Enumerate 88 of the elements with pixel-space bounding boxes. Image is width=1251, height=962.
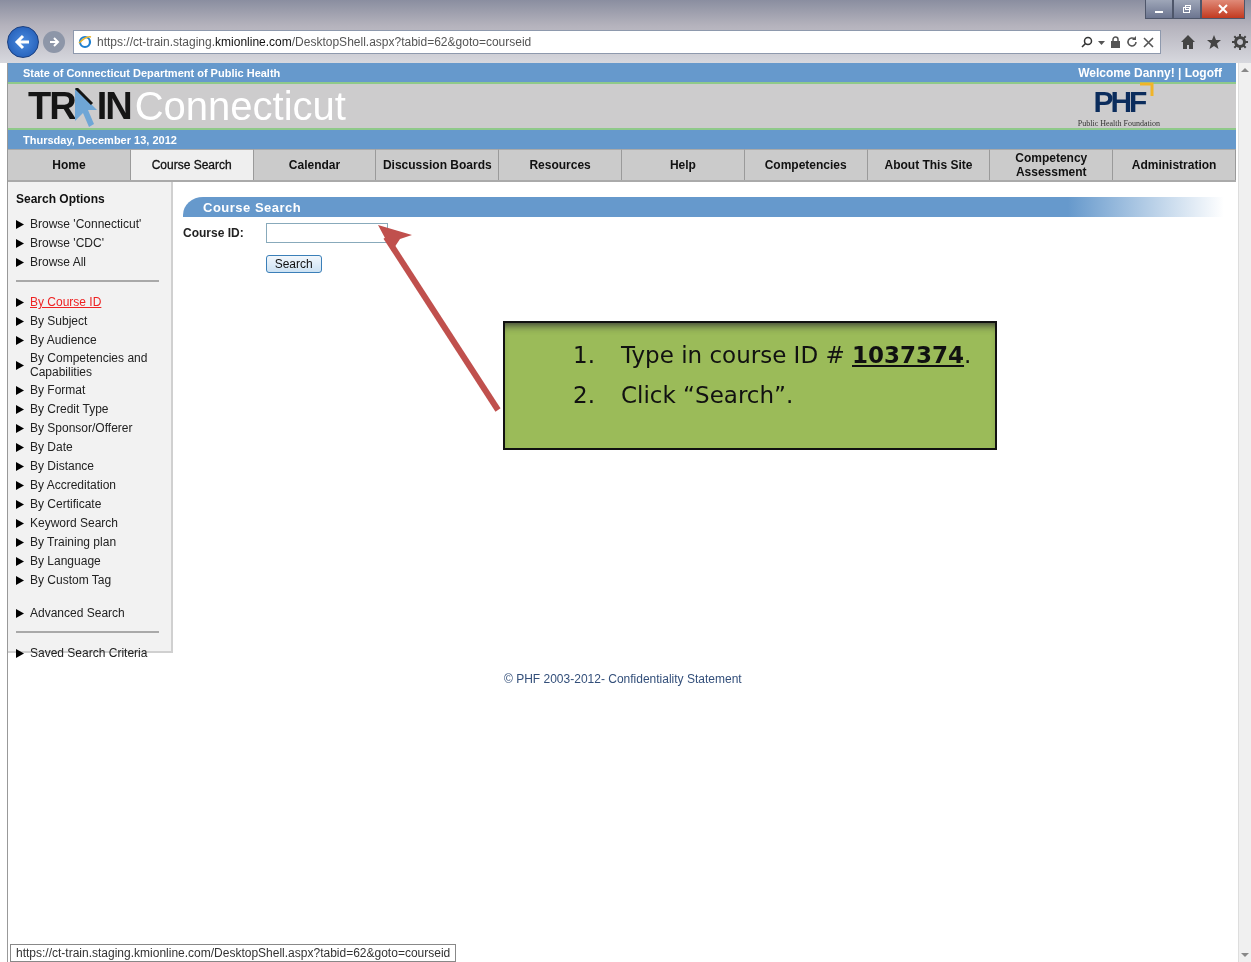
minimize-icon bbox=[1155, 11, 1163, 13]
sidebar-link[interactable]: By Distance bbox=[30, 459, 95, 473]
globe-icon bbox=[78, 35, 92, 49]
bullet-icon bbox=[16, 316, 24, 326]
nav-tab[interactable]: Discussion Boards bbox=[376, 149, 500, 180]
bullet-icon bbox=[16, 537, 24, 547]
bullet-icon bbox=[16, 556, 24, 566]
restore-button[interactable] bbox=[1173, 0, 1201, 19]
minimize-button[interactable] bbox=[1145, 0, 1173, 19]
bullet-icon bbox=[16, 575, 24, 585]
bullet-icon bbox=[16, 480, 24, 490]
step-number: 1. bbox=[573, 341, 596, 370]
nav-tab[interactable]: Competency Assessment bbox=[990, 149, 1114, 180]
sidebar-link[interactable]: Browse All bbox=[30, 255, 87, 269]
sidebar-title: Search Options bbox=[16, 192, 106, 206]
course-id-field[interactable] bbox=[265, 223, 388, 243]
home-icon[interactable] bbox=[1180, 34, 1196, 50]
lock-icon[interactable] bbox=[1110, 36, 1121, 48]
close-button[interactable] bbox=[1201, 0, 1245, 19]
restore-icon bbox=[1182, 4, 1192, 14]
bullet-icon bbox=[16, 219, 24, 229]
close-icon[interactable] bbox=[1143, 36, 1154, 48]
agency-name: State of Connecticut Department of Public Health bbox=[23, 66, 281, 79]
sidebar-link[interactable]: By Certificate bbox=[30, 497, 102, 511]
bullet-icon bbox=[16, 648, 24, 658]
sidebar-link[interactable]: By Training plan bbox=[30, 535, 117, 549]
refresh-icon[interactable] bbox=[1126, 36, 1138, 48]
section-title: Course Search bbox=[203, 199, 302, 215]
bullet-icon bbox=[16, 518, 24, 528]
step-number: 2. bbox=[573, 381, 596, 410]
step-text: Click “Search”. bbox=[621, 381, 794, 410]
scroll-up-icon[interactable] bbox=[1241, 67, 1249, 73]
forward-button[interactable] bbox=[43, 31, 65, 53]
sidebar-link[interactable]: Browse 'Connecticut' bbox=[30, 217, 142, 231]
bullet-icon bbox=[16, 385, 24, 395]
nav-tab[interactable]: Resources bbox=[499, 149, 622, 180]
sidebar-link[interactable]: By Format bbox=[30, 383, 86, 397]
address-bar[interactable]: https://ct-train.staging.kmionline.com/DesktopShell.aspx?tabid=62&goto=courseid bbox=[73, 30, 1161, 54]
nav-tab[interactable]: Administration bbox=[1113, 149, 1236, 180]
scroll-down-icon[interactable] bbox=[1241, 952, 1249, 958]
bullet-icon bbox=[16, 360, 24, 370]
nav-tab[interactable]: Course Search bbox=[130, 149, 254, 180]
nav-tab[interactable]: Calendar bbox=[253, 149, 377, 180]
bullet-icon bbox=[16, 297, 24, 307]
search-icon[interactable] bbox=[1081, 36, 1093, 48]
sidebar-link[interactable]: By Language bbox=[30, 554, 101, 568]
bullet-icon bbox=[16, 442, 24, 452]
bullet-icon bbox=[16, 609, 24, 618]
sidebar-link[interactable]: Browse 'CDC' bbox=[30, 236, 104, 250]
partner-logo: PHF Public Health Foundation bbox=[1077, 84, 1160, 128]
star-icon[interactable] bbox=[1206, 34, 1222, 50]
sidebar-link[interactable]: Advanced Search bbox=[30, 606, 125, 620]
sidebar-link[interactable]: By Date bbox=[30, 440, 73, 454]
footer-text: © PHF 2003-2012- Confidentiality Statement bbox=[504, 672, 742, 686]
nav-tab[interactable]: About This Site bbox=[867, 149, 991, 180]
nav-tab[interactable]: Home bbox=[8, 149, 131, 180]
step-text: Type in course ID # 1037374. bbox=[621, 341, 972, 370]
url-text: https://ct-train.staging.kmionline.com/DesktopShell.aspx?tabid=62&goto=courseid bbox=[97, 35, 533, 49]
sidebar-link[interactable]: Saved Search Criteria bbox=[30, 646, 148, 660]
separator: | bbox=[1178, 65, 1182, 80]
sidebar-link[interactable]: By Sponsor/Offerer bbox=[30, 421, 133, 435]
bullet-icon bbox=[16, 404, 24, 414]
bullet-icon bbox=[16, 461, 24, 471]
bullet-icon bbox=[16, 499, 24, 509]
field-label: Course ID: bbox=[183, 226, 244, 242]
sidebar-link[interactable]: By Custom Tag bbox=[30, 573, 112, 587]
sidebar-link[interactable]: Keyword Search bbox=[30, 516, 119, 530]
sidebar-link[interactable]: By Subject bbox=[30, 314, 88, 328]
scrollbar[interactable] bbox=[1238, 63, 1251, 962]
date-text: Thursday, December 13, 2012 bbox=[23, 133, 177, 146]
sidebar-link[interactable]: By Accreditation bbox=[30, 478, 117, 492]
sidebar-link[interactable]: By Audience bbox=[30, 333, 97, 347]
sidebar-link[interactable]: By Competencies and Capabilities bbox=[30, 351, 171, 379]
bullet-icon bbox=[16, 238, 24, 248]
sidebar-link[interactable]: By Course ID bbox=[30, 295, 102, 309]
nav-tab[interactable]: Competencies bbox=[744, 149, 868, 180]
welcome-text: Welcome Danny! bbox=[1078, 65, 1175, 80]
sidebar-link[interactable]: By Credit Type bbox=[30, 402, 109, 416]
settings-icon[interactable] bbox=[1232, 34, 1248, 50]
bullet-icon bbox=[16, 257, 24, 267]
search-button[interactable]: Search bbox=[265, 255, 322, 273]
nav-tab[interactable]: Help bbox=[622, 149, 745, 180]
forward-arrow-icon bbox=[48, 36, 60, 48]
bullet-icon bbox=[16, 423, 24, 433]
status-url: https://ct-train.staging.kmionline.com/DesktopShell.aspx?tabid=62&goto=courseid bbox=[10, 944, 457, 962]
bullet-icon bbox=[16, 335, 24, 345]
back-button[interactable] bbox=[7, 26, 39, 58]
close-icon bbox=[1218, 4, 1228, 14]
